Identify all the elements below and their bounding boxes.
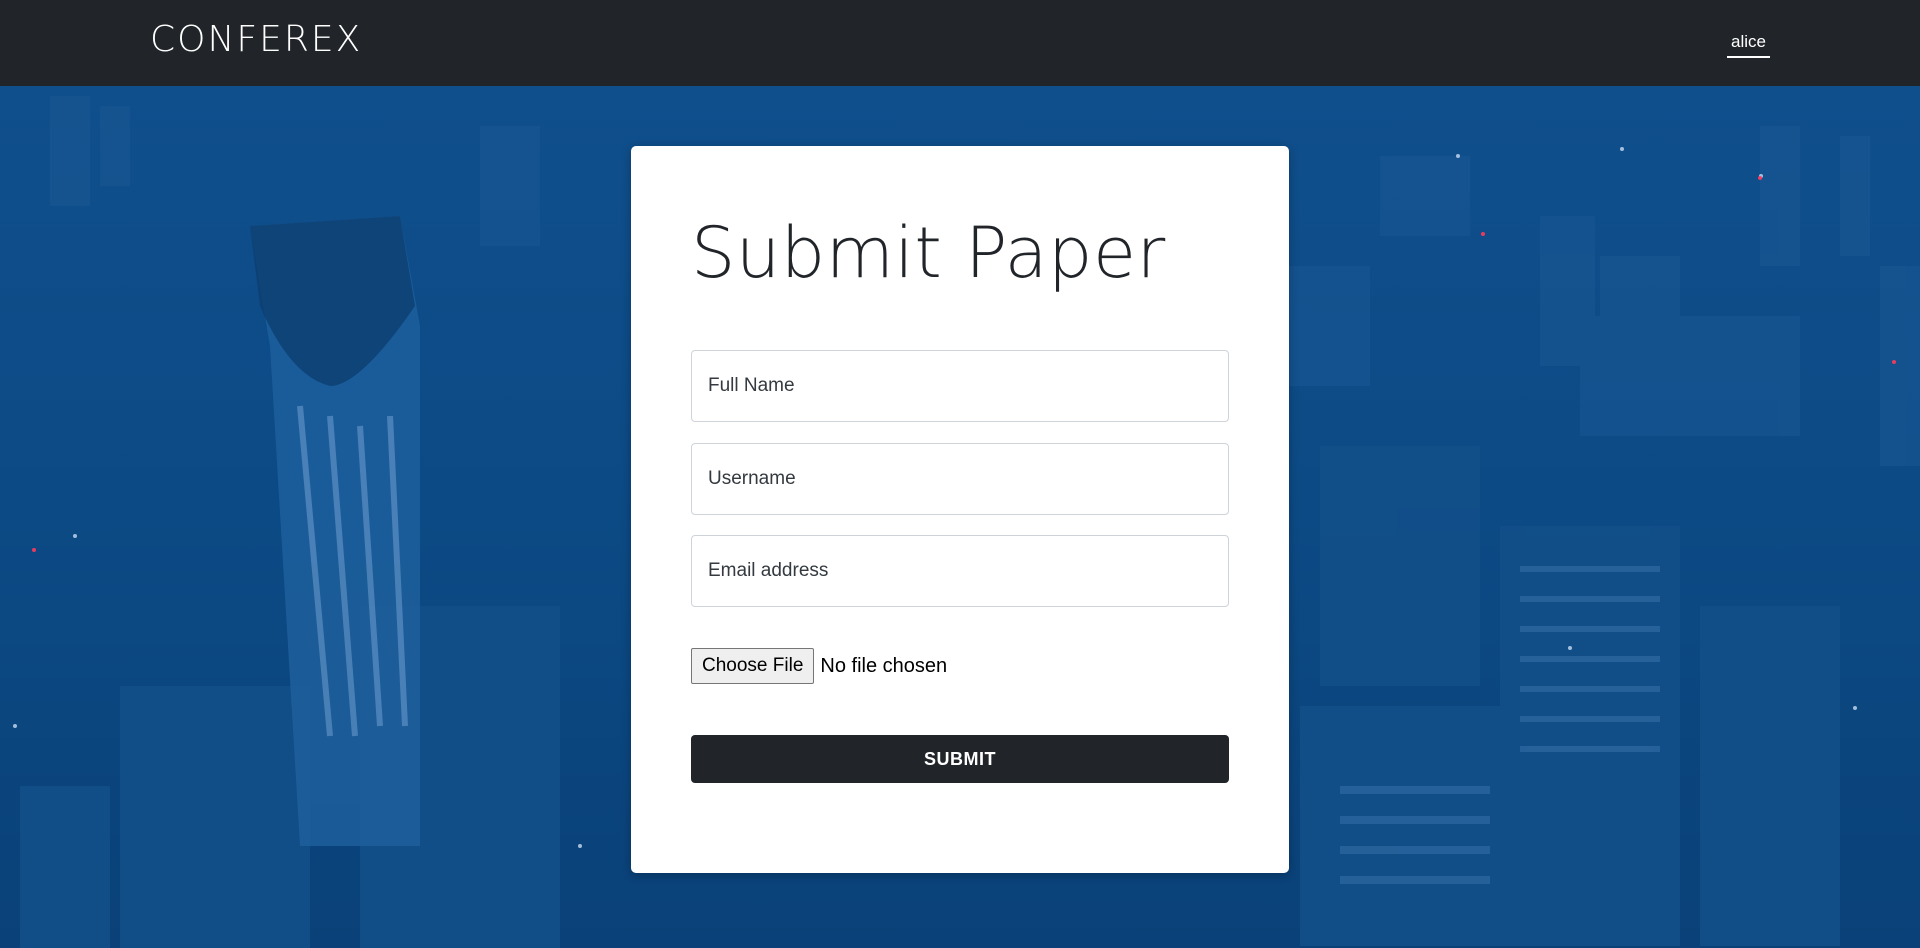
- submit-button[interactable]: SUBMIT: [691, 735, 1229, 783]
- file-status-text: No file chosen: [820, 654, 948, 677]
- full-name-input[interactable]: [691, 350, 1229, 422]
- brand-logo-link[interactable]: CONFEREX: [150, 18, 362, 62]
- email-input[interactable]: [691, 535, 1229, 607]
- page-title: Submit Paper: [691, 212, 1166, 294]
- top-navbar: CONFEREX alice: [0, 0, 1920, 86]
- username-input[interactable]: [691, 443, 1229, 515]
- page: CONFEREX alice Submit Paper Choose File …: [0, 0, 1920, 948]
- user-account-link[interactable]: alice: [1727, 29, 1770, 58]
- choose-file-button[interactable]: Choose File: [691, 648, 815, 684]
- file-upload-row: Choose File No file chosen: [691, 648, 947, 684]
- submit-paper-card: Submit Paper Choose File No file chosen …: [631, 146, 1289, 873]
